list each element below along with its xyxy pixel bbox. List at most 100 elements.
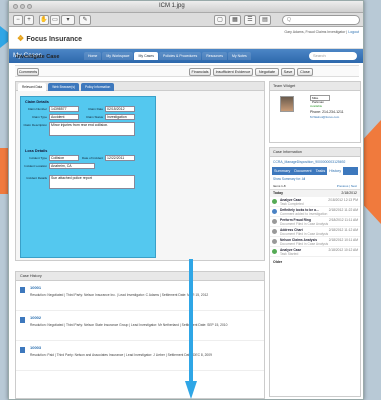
tab-my-cases[interactable]: My Cases [134,52,158,60]
zoom-out-icon[interactable]: − [13,15,23,25]
tab-home[interactable]: Home [84,52,102,60]
view-grid-icon[interactable]: ▦ [229,15,241,25]
logout-link[interactable]: Logout [348,30,359,34]
case-detail-pane: Relevant Data Web Browser(s) Policy Inform… [15,81,265,261]
item-date: 2/18/2012 11:12 AM [328,228,358,232]
history-item[interactable]: 10001 Resolution: Negotiated | Third Par… [16,281,264,311]
list-item[interactable]: Analyze Case 2/18/2012 10:12 AM Task Start… [270,247,360,257]
app-search-input[interactable]: Search [309,52,357,60]
close-button[interactable]: Close [297,68,313,76]
tab-document[interactable]: Document [292,167,313,175]
item-subtitle: Comment added to investigation [280,212,328,216]
incident-location-label: Incident Location [24,164,47,168]
claim-details-heading: Claim Details [25,100,49,104]
history-item[interactable]: 10002 Resolution: Negotiated | Third Par… [16,311,264,341]
select-menu-icon[interactable]: ▾ [61,15,75,25]
list-item[interactable]: Perform Fraud Ring 2/18/2012 11:11 AM Docu… [270,217,360,227]
claim-number-label: Claim Number [27,107,47,111]
history-number[interactable]: 10002 [30,315,41,320]
tab-history[interactable]: History [327,167,344,175]
document-icon [20,347,25,353]
loss-details-heading: Loss Details [25,149,48,153]
date-of-incident-label: Date of Incident [81,156,103,160]
item-subtitle: Task Completed [280,202,304,206]
items-range: Items 1-8 [273,184,286,188]
case-history-heading: Case History [16,272,264,281]
brand-logo: ❖ Focus Insurance [17,34,82,43]
incident-type-field[interactable]: Collision [49,155,79,161]
tab-tasks[interactable]: Tasks [314,167,328,175]
document-icon [272,219,277,224]
viewer-toolbar: − + ✋ ▭ ▾ ✎ ▢ ▦ ☰ ▤ Q [9,13,363,27]
claim-number-field[interactable]: 14398577 [49,106,79,112]
summary-filter[interactable]: Show Summary for: All [270,175,360,183]
list-item[interactable]: Analyze Case 2/18/2012 12:13 PM Task Compl… [270,197,360,207]
case-information-heading: Case Information [270,148,360,157]
email-link[interactable]: M.Walnut@focus.com [310,115,339,119]
view-list-icon[interactable]: ☰ [244,15,256,25]
tab-resources[interactable]: Resources [202,52,227,60]
list-header: Items 1-8 Previous | Next [270,183,360,190]
comments-button[interactable]: Comments [17,68,39,76]
claim-status-field[interactable]: Investigation [105,114,135,120]
claim-type-field[interactable]: Accident [49,114,79,120]
pagination[interactable]: Previous | Next [337,184,357,188]
tab-policies[interactable]: Policies & Procedures [159,52,202,60]
case-file-link[interactable]: CCRA_ManageDisposition_9000000003125692 [270,157,360,167]
pencil-icon[interactable]: ✎ [79,15,91,25]
team-widget: Team Widget Mike Parkman Available Phone… [269,81,361,143]
claim-status-label: Claim Status [85,115,103,119]
case-history-panel: Case History 10001 Resolution: Negotiate… [15,271,265,399]
today-date: 2/18/2012 [341,191,357,195]
history-details: Resolution: Negotiated | Third Party: Ne… [30,323,228,327]
history-item[interactable]: 10003 Resolution: Paid | Third Party: Ne… [16,341,264,371]
item-date: 2/18/2012 10:12 AM [328,248,358,252]
claim-date-field[interactable]: 02/15/2012 [105,106,135,112]
incident-details-field[interactable]: Sun attached police report [49,175,135,189]
incident-location-field[interactable]: Anaheim, CA [49,163,95,169]
action-bar: Comments Financials Insufficient Evidenc… [15,65,359,77]
case-info-tabs: Summary Document Tasks History [272,167,358,175]
page-title: Investigate Case [16,54,60,60]
tab-summary[interactable]: Summary [272,167,292,175]
document-icon [272,239,277,244]
list-item[interactable]: Nelson Claims Analysis 2/18/2012 10:11 AM… [270,237,360,247]
view-single-icon[interactable]: ▢ [214,15,226,25]
item-subtitle: Document Filed in Case Analysis [280,242,329,246]
tab-my-notes[interactable]: My Notes [227,52,251,60]
search-input[interactable]: Q [282,15,360,25]
list-item[interactable]: Definitely looks to be a... 2/18/2012 11:… [270,207,360,217]
tab-my-workspace[interactable]: My Workspace [102,52,134,60]
incident-details-label: Incident Details [26,176,47,180]
item-subtitle: Document Filed in Case Analysis [280,232,329,236]
financials-button[interactable]: Financials [189,68,211,76]
zoom-in-icon[interactable]: + [24,15,34,25]
hand-icon[interactable]: ✋ [39,15,49,25]
list-item[interactable]: Address Chart 2/18/2012 11:12 AM Document … [270,227,360,237]
item-subtitle: Task Started [280,252,299,256]
app-header: ❖ Focus Insurance Gary Adams, Fraud Clai… [9,27,363,49]
negotiate-button[interactable]: Negotiate [255,68,279,76]
tab-relevant-data[interactable]: Relevant Data [18,83,47,91]
date-of-incident-field[interactable]: 12/22/2011 [105,155,135,161]
window-controls[interactable] [13,4,34,10]
nav-tabs: Home My Workspace My Cases Policies & Proce… [84,52,252,60]
window-title: ICM 1.jpg [159,3,185,9]
availability-status: Available [310,104,323,108]
document-icon [20,287,25,293]
view-cover-icon[interactable]: ▤ [259,15,271,25]
tab-policy-information[interactable]: Policy Information [81,83,115,91]
claim-description-label: Claim Description [23,123,47,127]
save-button[interactable]: Save [281,68,295,76]
item-date: 2/18/2012 12:13 PM [328,198,358,202]
tab-web-browser[interactable]: Web Browser(s) [48,83,79,91]
insufficient-evidence-button[interactable]: Insufficient Evidence [213,68,253,76]
team-member-select[interactable]: Mike Parkman [310,95,330,104]
history-number[interactable]: 10003 [30,345,41,350]
claim-form: Claim Details Claim Number 14398577 Claim … [20,96,156,258]
history-number[interactable]: 10001 [30,285,41,290]
user-info: Gary Adams, Fraud Claims Investigator | … [284,30,359,34]
item-date: 2/18/2012 11:11 AM [328,218,358,222]
claim-description-field[interactable]: Minor injuries from rear end collision. [49,122,135,136]
rect-select-icon[interactable]: ▭ [50,15,60,25]
